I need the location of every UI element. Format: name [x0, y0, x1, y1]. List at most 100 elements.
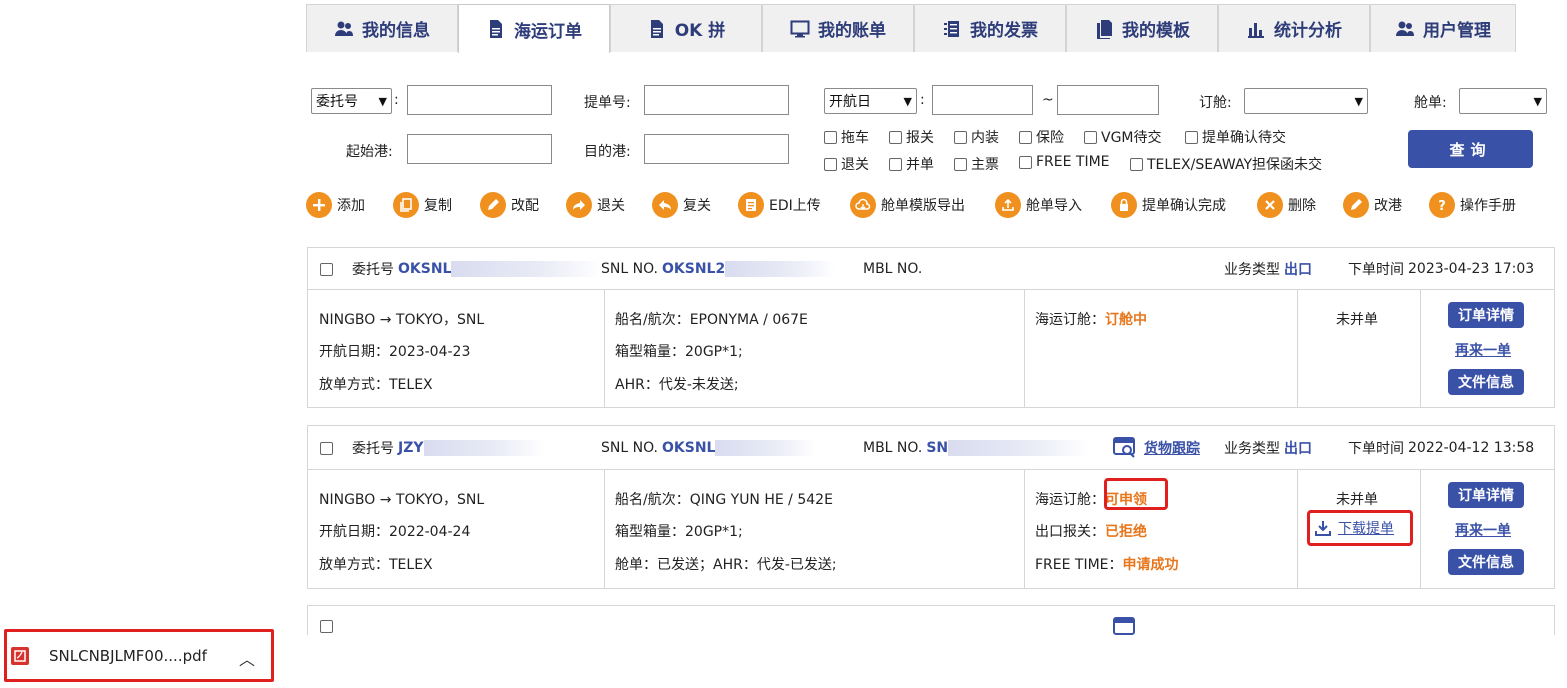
checkbox-box[interactable] [1019, 155, 1032, 169]
order-detail-button[interactable]: 订单详情 [1448, 302, 1524, 328]
booking-select[interactable]: ▼ [1244, 88, 1368, 114]
bl-number-input[interactable] [644, 85, 789, 115]
download-bar-item[interactable]: SNLCNBJLMF00....pdf ︿ [4, 629, 274, 682]
date-to-input[interactable] [1057, 85, 1159, 115]
ref-type-select[interactable]: 委托号 ▼ [311, 88, 392, 114]
action-label: EDI上传 [769, 198, 821, 214]
tab-statistics[interactable]: 统计分析 [1218, 4, 1370, 52]
tab-my-bills[interactable]: 我的账单 [762, 4, 914, 52]
checkbox-label: 并单 [906, 157, 934, 173]
delete-button[interactable]: 删除 [1257, 192, 1316, 218]
checkbox-box[interactable] [1084, 130, 1097, 144]
manifest-import-button[interactable]: 舱单导入 [995, 192, 1082, 218]
file-info-button[interactable]: 文件信息 [1448, 549, 1524, 575]
checkbox-box[interactable] [889, 130, 902, 144]
action-label: 舱单导入 [1026, 198, 1082, 214]
date-from-input[interactable] [932, 85, 1033, 115]
checkbox-box[interactable] [954, 130, 967, 144]
tab-sea-orders[interactable]: 海运订单 [458, 4, 610, 53]
back-icon [652, 192, 678, 218]
checkbox-insurance[interactable]: 保险 [1019, 127, 1064, 147]
route-column: NINGBO → TOKYO，SNL 开航日期：2023-04-23 放单方式：… [308, 290, 605, 408]
chevron-up-icon[interactable]: ︿ [239, 646, 255, 670]
checkbox-merge[interactable]: 并单 [889, 154, 934, 174]
checkbox-box[interactable] [954, 157, 967, 171]
add-button[interactable]: 添加 [306, 192, 365, 218]
reorder-link[interactable]: 再来一单 [1455, 340, 1511, 360]
checkbox-vgm-pending[interactable]: VGM待交 [1084, 127, 1162, 147]
checkbox-label: 主票 [971, 157, 999, 173]
dest-port-input[interactable] [644, 134, 789, 164]
close-icon [1257, 192, 1283, 218]
checkbox-shut-out[interactable]: 退关 [824, 154, 869, 174]
checkbox-label: 报关 [906, 130, 934, 146]
ref-number-value: OKSNL [398, 261, 452, 277]
truck-search-icon [1113, 437, 1135, 458]
shut-out-button[interactable]: 退关 [566, 192, 625, 218]
date-type-select[interactable]: 开航日 ▼ [824, 88, 917, 114]
cloud-icon [850, 192, 876, 218]
tab-my-info[interactable]: 我的信息 [306, 4, 458, 52]
operations-column: 订单详情 再来一单 文件信息 [1421, 290, 1554, 408]
checkbox-box[interactable] [889, 157, 902, 171]
checkbox-bl-confirm-pending[interactable]: 提单确认待交 [1185, 127, 1286, 147]
cargo-tracking-label: 货物跟踪 [1144, 441, 1200, 457]
checkbox-label: 提单确认待交 [1202, 130, 1286, 146]
tab-user-management[interactable]: 用户管理 [1370, 4, 1516, 52]
reorder-link[interactable]: 再来一单 [1455, 520, 1511, 540]
checkbox-box[interactable] [824, 157, 837, 171]
merge-column: 未并单 [1298, 290, 1421, 408]
sail-date-text: 开航日期：2022-04-24 [319, 524, 471, 540]
checkbox-trucking[interactable]: 拖车 [824, 127, 869, 147]
change-port-button[interactable]: 改港 [1343, 192, 1402, 218]
checkbox-box[interactable] [1185, 130, 1198, 144]
ahr-status-text: AHR：代发-未发送; [615, 377, 739, 393]
snl-number-label: SNL NO. [601, 261, 658, 277]
order-select-checkbox[interactable] [320, 248, 333, 290]
edi-upload-button[interactable]: EDI上传 [738, 192, 821, 218]
checkbox-box[interactable] [1019, 130, 1032, 144]
booking-status-label: 海运订舱： [1035, 312, 1105, 328]
file-info-button[interactable]: 文件信息 [1448, 369, 1524, 395]
bl-confirm-complete-button[interactable]: 提单确认完成 [1111, 192, 1226, 218]
redacted-mask [715, 440, 816, 456]
checkbox-box[interactable] [1130, 157, 1143, 171]
redacted-mask [948, 440, 1089, 456]
manual-button[interactable]: ? 操作手册 [1429, 192, 1516, 218]
release-method-text: 放单方式：TELEX [319, 557, 433, 573]
ref-number-input[interactable] [407, 85, 552, 115]
truck-search-icon [1113, 617, 1135, 635]
action-label: 复制 [424, 198, 452, 214]
reopen-button[interactable]: 复关 [652, 192, 711, 218]
checkbox-customs[interactable]: 报关 [889, 127, 934, 147]
checkbox-box[interactable] [824, 130, 837, 144]
bar-chart-icon [1246, 19, 1266, 39]
tab-my-templates[interactable]: 我的模板 [1066, 4, 1218, 52]
checkbox-inner-packing[interactable]: 内装 [954, 127, 999, 147]
order-select-checkbox[interactable] [320, 426, 333, 470]
checkbox-telex-guarantee[interactable]: TELEX/SEAWAY担保函未交 [1130, 154, 1322, 174]
document-icon [486, 19, 506, 39]
main-tabs: 我的信息 海运订单 OK 拼 我的账单 我的发票 我的模板 统计分析 用户管理 [306, 4, 1516, 53]
forward-icon [566, 192, 592, 218]
query-button[interactable]: 查询 [1408, 130, 1533, 168]
order-select-checkbox[interactable] [320, 620, 333, 633]
tab-my-invoices[interactable]: 我的发票 [914, 4, 1066, 52]
order-detail-button[interactable]: 订单详情 [1448, 482, 1524, 508]
checkbox-label: 退关 [841, 157, 869, 173]
cargo-tracking-link[interactable]: 货物跟踪 [1112, 426, 1200, 470]
checkbox-master[interactable]: 主票 [954, 154, 999, 174]
checkbox-free-time[interactable]: FREE TIME [1019, 154, 1110, 170]
manifest-export-button[interactable]: 舱单模版导出 [850, 192, 965, 218]
tab-ok-pin[interactable]: OK 拼 [610, 4, 762, 52]
colon-label: : [394, 92, 399, 108]
free-time-status-line: FREE TIME：申请成功 [1035, 554, 1179, 574]
ref-type-value: 委托号 [316, 94, 358, 110]
manifest-select[interactable]: ▼ [1459, 88, 1547, 114]
monitor-icon [790, 19, 810, 39]
merge-status-text: 未并单 [1336, 312, 1378, 328]
copy-button[interactable]: 复制 [393, 192, 452, 218]
reassign-button[interactable]: 改配 [480, 192, 539, 218]
origin-port-input[interactable] [407, 134, 552, 164]
business-type-value: 出口 [1284, 441, 1312, 457]
